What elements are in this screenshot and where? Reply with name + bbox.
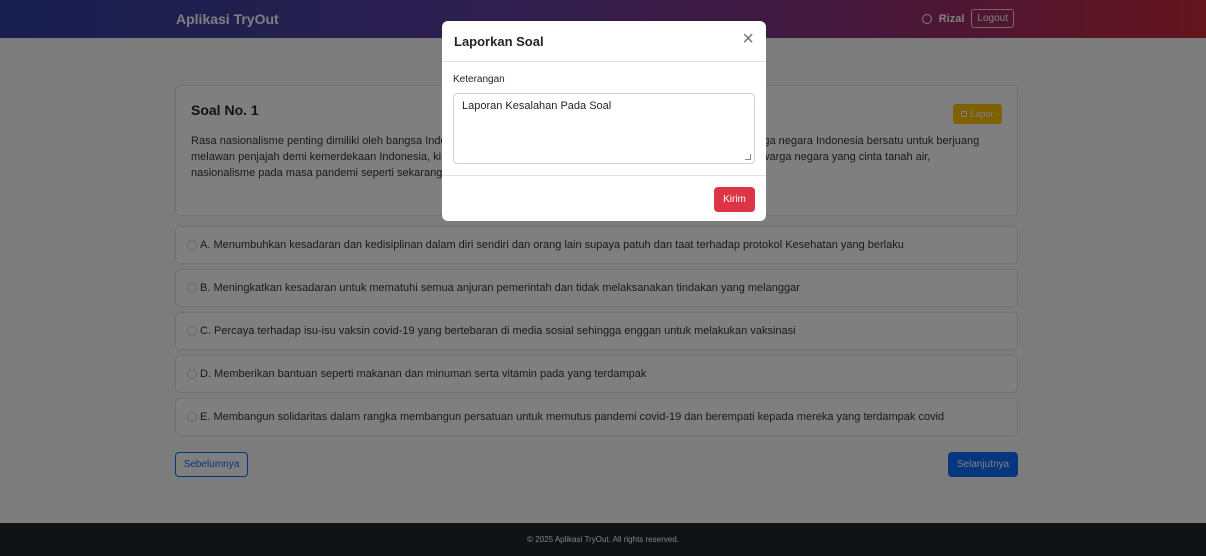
keterangan-textarea[interactable]: Laporan Kesalahan Pada Soal xyxy=(453,93,755,164)
close-icon[interactable]: × xyxy=(742,29,754,49)
resize-handle-icon[interactable] xyxy=(745,154,751,160)
report-modal: Laporkan Soal × Keterangan Laporan Kesal… xyxy=(442,21,766,221)
modal-header: Laporkan Soal × xyxy=(442,21,766,62)
modal-footer: Kirim xyxy=(442,175,766,221)
modal-title: Laporkan Soal xyxy=(454,34,544,49)
submit-button[interactable]: Kirim xyxy=(714,187,755,212)
keterangan-label: Keterangan xyxy=(453,74,505,85)
keterangan-value: Laporan Kesalahan Pada Soal xyxy=(462,100,612,112)
